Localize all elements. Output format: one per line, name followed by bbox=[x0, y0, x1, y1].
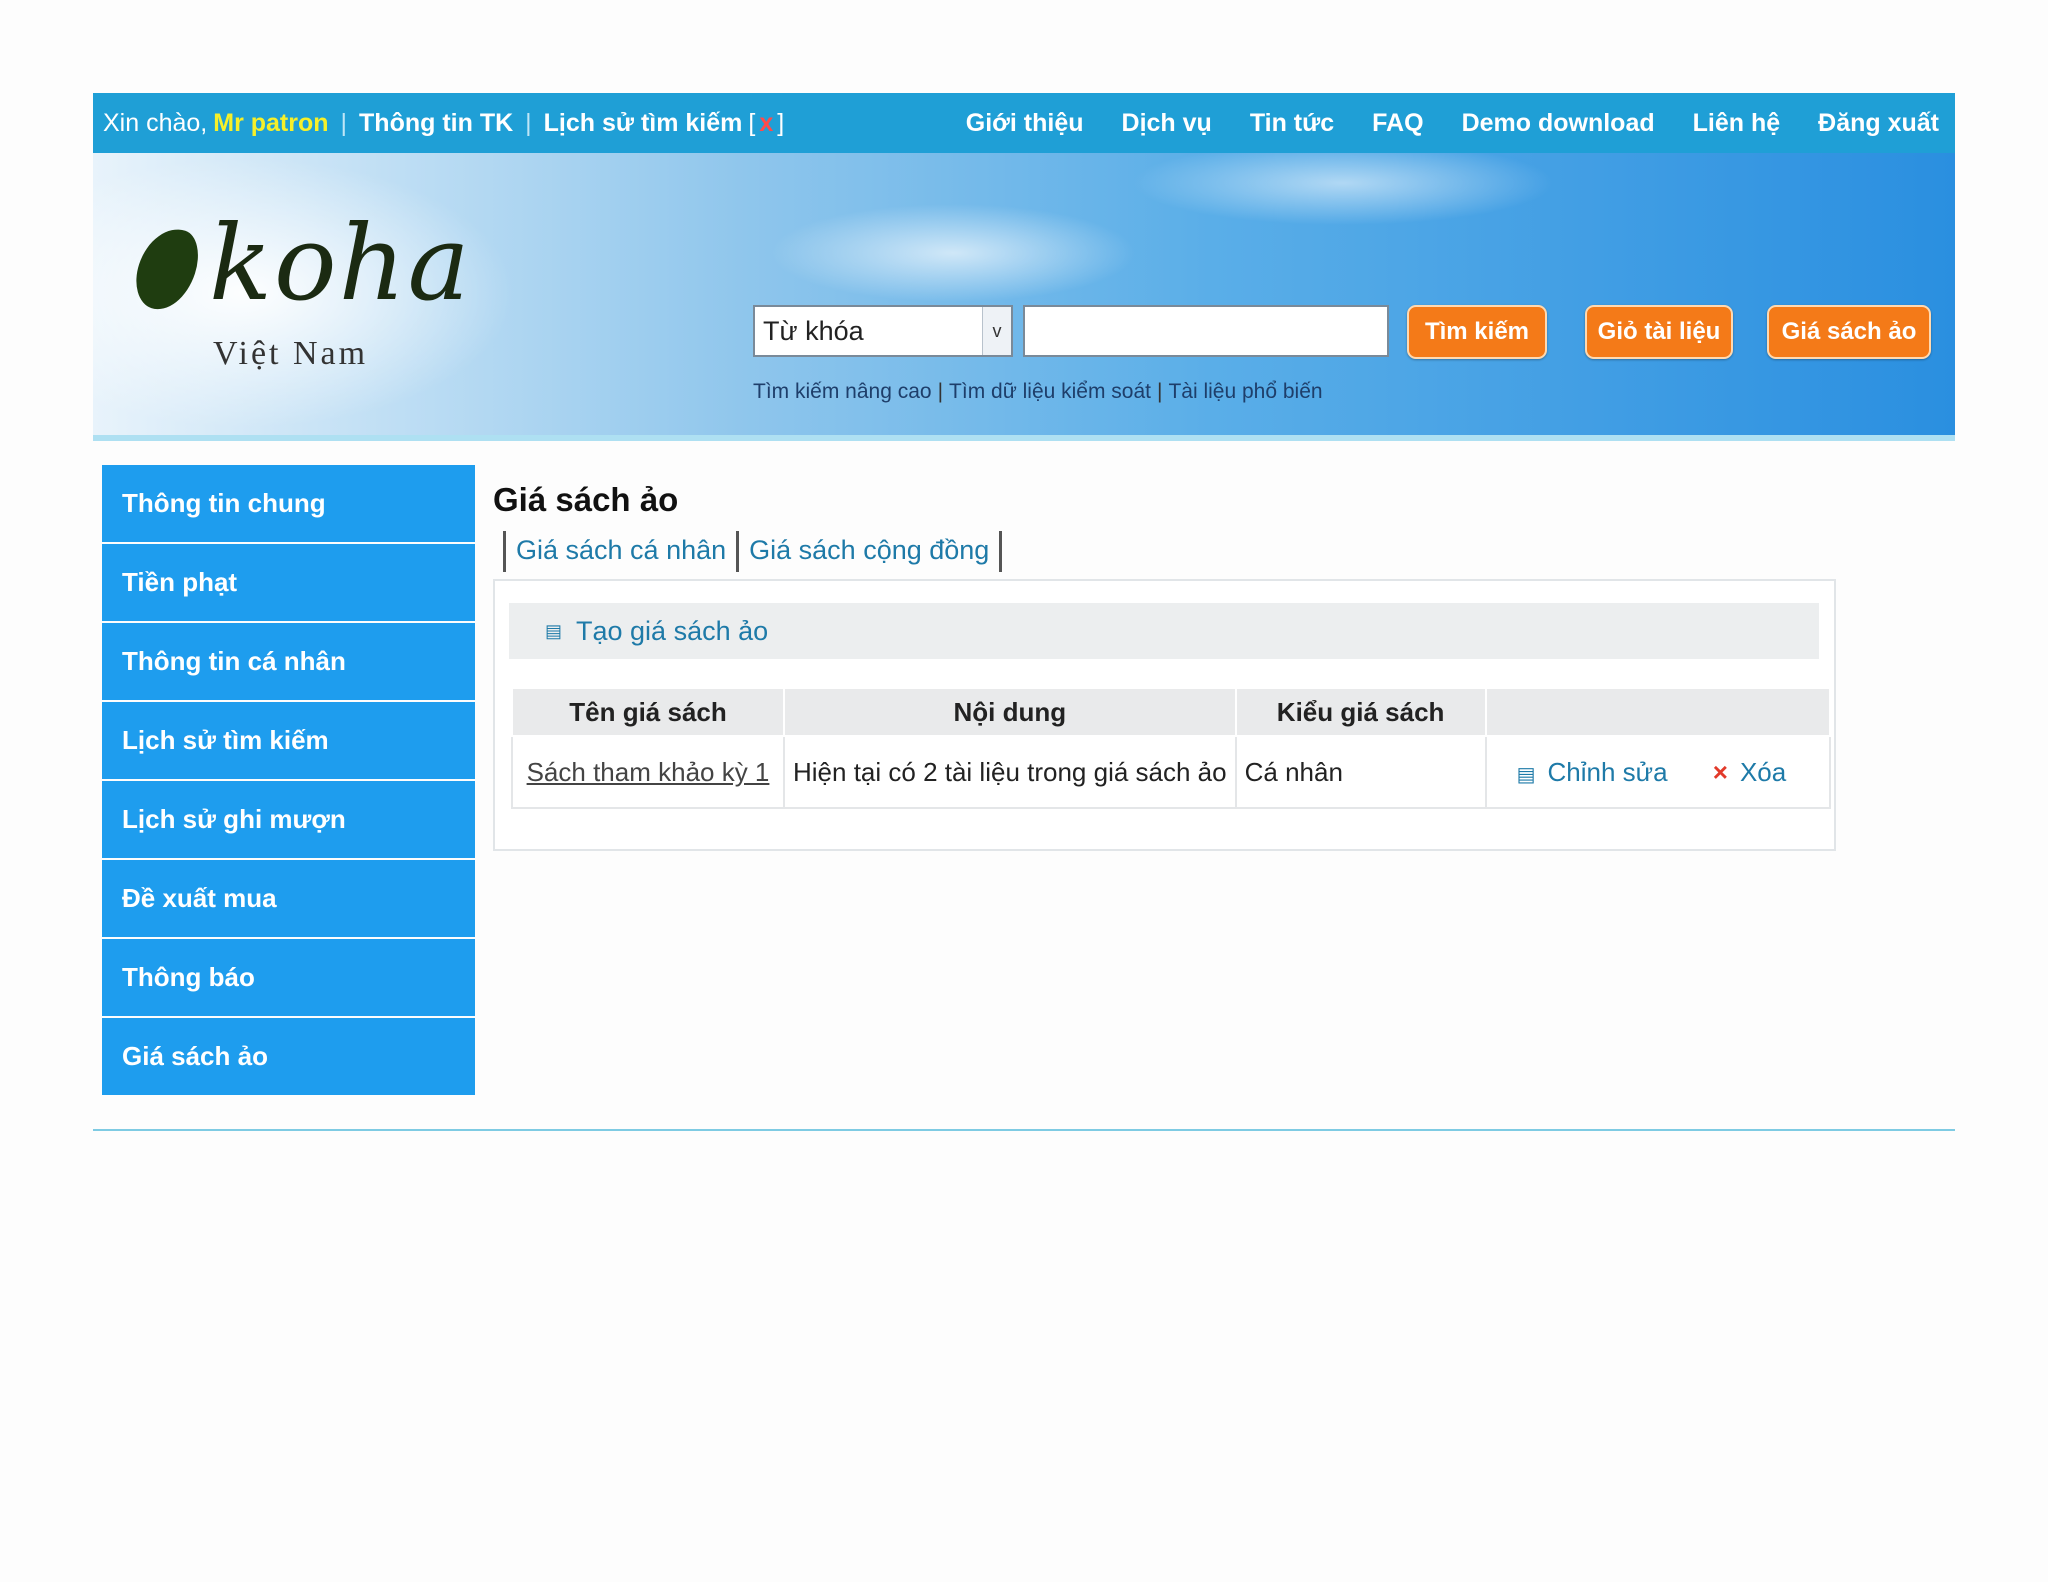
create-shelf-bar: ▤ Tạo giá sách ảo bbox=[509, 603, 1819, 659]
bracket-close: ] bbox=[777, 108, 785, 137]
search-type-value: Từ khóa bbox=[763, 316, 864, 346]
shelf-type-cell: Cá nhân bbox=[1234, 735, 1487, 809]
table-header-row: Tên giá sách Nội dung Kiểu giá sách bbox=[511, 687, 1831, 737]
divider: | bbox=[1157, 380, 1163, 403]
sidebar-item-search-history[interactable]: Lịch sử tìm kiếm bbox=[102, 702, 475, 779]
sidebar-item-purchase-suggestions[interactable]: Đề xuất mua bbox=[102, 860, 475, 937]
username[interactable]: Mr patron bbox=[213, 109, 328, 138]
logo-wordmark: koha bbox=[209, 202, 472, 324]
account-info-link[interactable]: Thông tin TK bbox=[359, 109, 513, 138]
virtual-shelf-button[interactable]: Giá sách ảo bbox=[1767, 305, 1931, 359]
new-document-icon: ▤ bbox=[545, 620, 563, 641]
greeting-text: Xin chào, bbox=[103, 108, 208, 137]
divider: | bbox=[525, 108, 532, 137]
sidebar-item-personal-info[interactable]: Thông tin cá nhân bbox=[102, 623, 475, 700]
search-type-select[interactable]: Từ khóa v bbox=[753, 305, 1013, 357]
logo-subtitle: Việt Nam bbox=[213, 335, 369, 372]
table-row: Sách tham khảo kỳ 1 Hiện tại có 2 tài li… bbox=[511, 735, 1831, 809]
column-header-name: Tên giá sách bbox=[511, 687, 785, 737]
nav-news[interactable]: Tin tức bbox=[1250, 109, 1334, 138]
popular-items-link[interactable]: Tài liệu phổ biến bbox=[1168, 380, 1322, 403]
page-title: Giá sách ảo bbox=[493, 481, 679, 518]
sidebar-item-general-info[interactable]: Thông tin chung bbox=[102, 465, 475, 542]
nav-demo-download[interactable]: Demo download bbox=[1462, 109, 1655, 138]
search-input[interactable] bbox=[1023, 305, 1389, 357]
advanced-search-link[interactable]: Tìm kiếm nâng cao bbox=[753, 380, 932, 403]
divider: | bbox=[937, 380, 944, 403]
shelf-panel: ▤ Tạo giá sách ảo Tên giá sách Nội dung … bbox=[493, 579, 1836, 851]
sidebar-item-virtual-shelves[interactable]: Giá sách ảo bbox=[102, 1018, 475, 1095]
search-history-link[interactable]: Lịch sử tìm kiếm bbox=[544, 109, 743, 138]
nav-contact[interactable]: Liên hệ bbox=[1693, 109, 1781, 138]
header-banner: koha Việt Nam Từ khóa v Tìm kiếm Giỏ tài… bbox=[93, 153, 1955, 441]
top-bar: Xin chào, Mr patron | Thông tin TK | Lịc… bbox=[93, 93, 1955, 153]
column-header-content: Nội dung bbox=[783, 687, 1237, 737]
sidebar: Thông tin chung Tiền phạt Thông tin cá n… bbox=[102, 465, 475, 1097]
delete-shelf-button[interactable]: × Xóa bbox=[1713, 757, 1786, 787]
nav-about[interactable]: Giới thiệu bbox=[966, 109, 1084, 138]
account-links: Xin chào, Mr patron | Thông tin TK | Lịc… bbox=[93, 109, 784, 138]
sidebar-item-fines[interactable]: Tiền phạt bbox=[102, 544, 475, 621]
nav-faq[interactable]: FAQ bbox=[1372, 109, 1423, 138]
bracket-open: [ bbox=[748, 108, 756, 137]
main-nav: Giới thiệu Dịch vụ Tin tức FAQ Demo down… bbox=[928, 109, 1955, 138]
edit-shelf-button[interactable]: ▤ Chỉnh sửa bbox=[1517, 757, 1675, 787]
column-header-actions bbox=[1484, 687, 1831, 737]
edit-label: Chỉnh sửa bbox=[1547, 756, 1668, 787]
delete-icon: × bbox=[1712, 756, 1728, 787]
nav-services[interactable]: Dịch vụ bbox=[1122, 109, 1212, 138]
shelf-actions-cell: ▤ Chỉnh sửa × Xóa bbox=[1484, 735, 1831, 809]
divider: | bbox=[340, 108, 348, 137]
shelf-tabs: Giá sách cá nhân Giá sách cộng đồng bbox=[503, 531, 1003, 572]
search-button[interactable]: Tìm kiếm bbox=[1407, 305, 1547, 359]
sidebar-item-notifications[interactable]: Thông báo bbox=[102, 939, 475, 1016]
tab-public-shelves[interactable]: Giá sách cộng đồng bbox=[739, 531, 1003, 572]
footer-divider bbox=[93, 1129, 1955, 1131]
tab-personal-shelves[interactable]: Giá sách cá nhân bbox=[503, 531, 740, 572]
create-shelf-link[interactable]: Tạo giá sách ảo bbox=[576, 616, 768, 647]
cart-button[interactable]: Giỏ tài liệu bbox=[1585, 305, 1733, 359]
authority-search-link[interactable]: Tìm dữ liệu kiểm soát bbox=[949, 380, 1151, 403]
column-header-type: Kiểu giá sách bbox=[1234, 687, 1487, 737]
shelves-table: Tên giá sách Nội dung Kiểu giá sách Sách… bbox=[511, 687, 1831, 809]
leaf-icon bbox=[127, 220, 207, 318]
delete-label: Xóa bbox=[1739, 756, 1787, 787]
edit-icon: ▤ bbox=[1516, 763, 1536, 786]
sidebar-item-loan-history[interactable]: Lịch sử ghi mượn bbox=[102, 781, 475, 858]
chevron-down-icon[interactable]: v bbox=[982, 307, 1011, 355]
clear-history-button[interactable]: x bbox=[759, 109, 773, 138]
nav-logout[interactable]: Đăng xuất bbox=[1818, 109, 1939, 138]
shelf-name-cell: Sách tham khảo kỳ 1 bbox=[511, 735, 785, 809]
search-sublinks: Tìm kiếm nâng cao | Tìm dữ liệu kiểm soát |… bbox=[753, 380, 1323, 404]
shelf-content-cell: Hiện tại có 2 tài liệu trong giá sách ảo bbox=[783, 735, 1237, 809]
shelf-name-link[interactable]: Sách tham khảo kỳ 1 bbox=[527, 757, 770, 787]
